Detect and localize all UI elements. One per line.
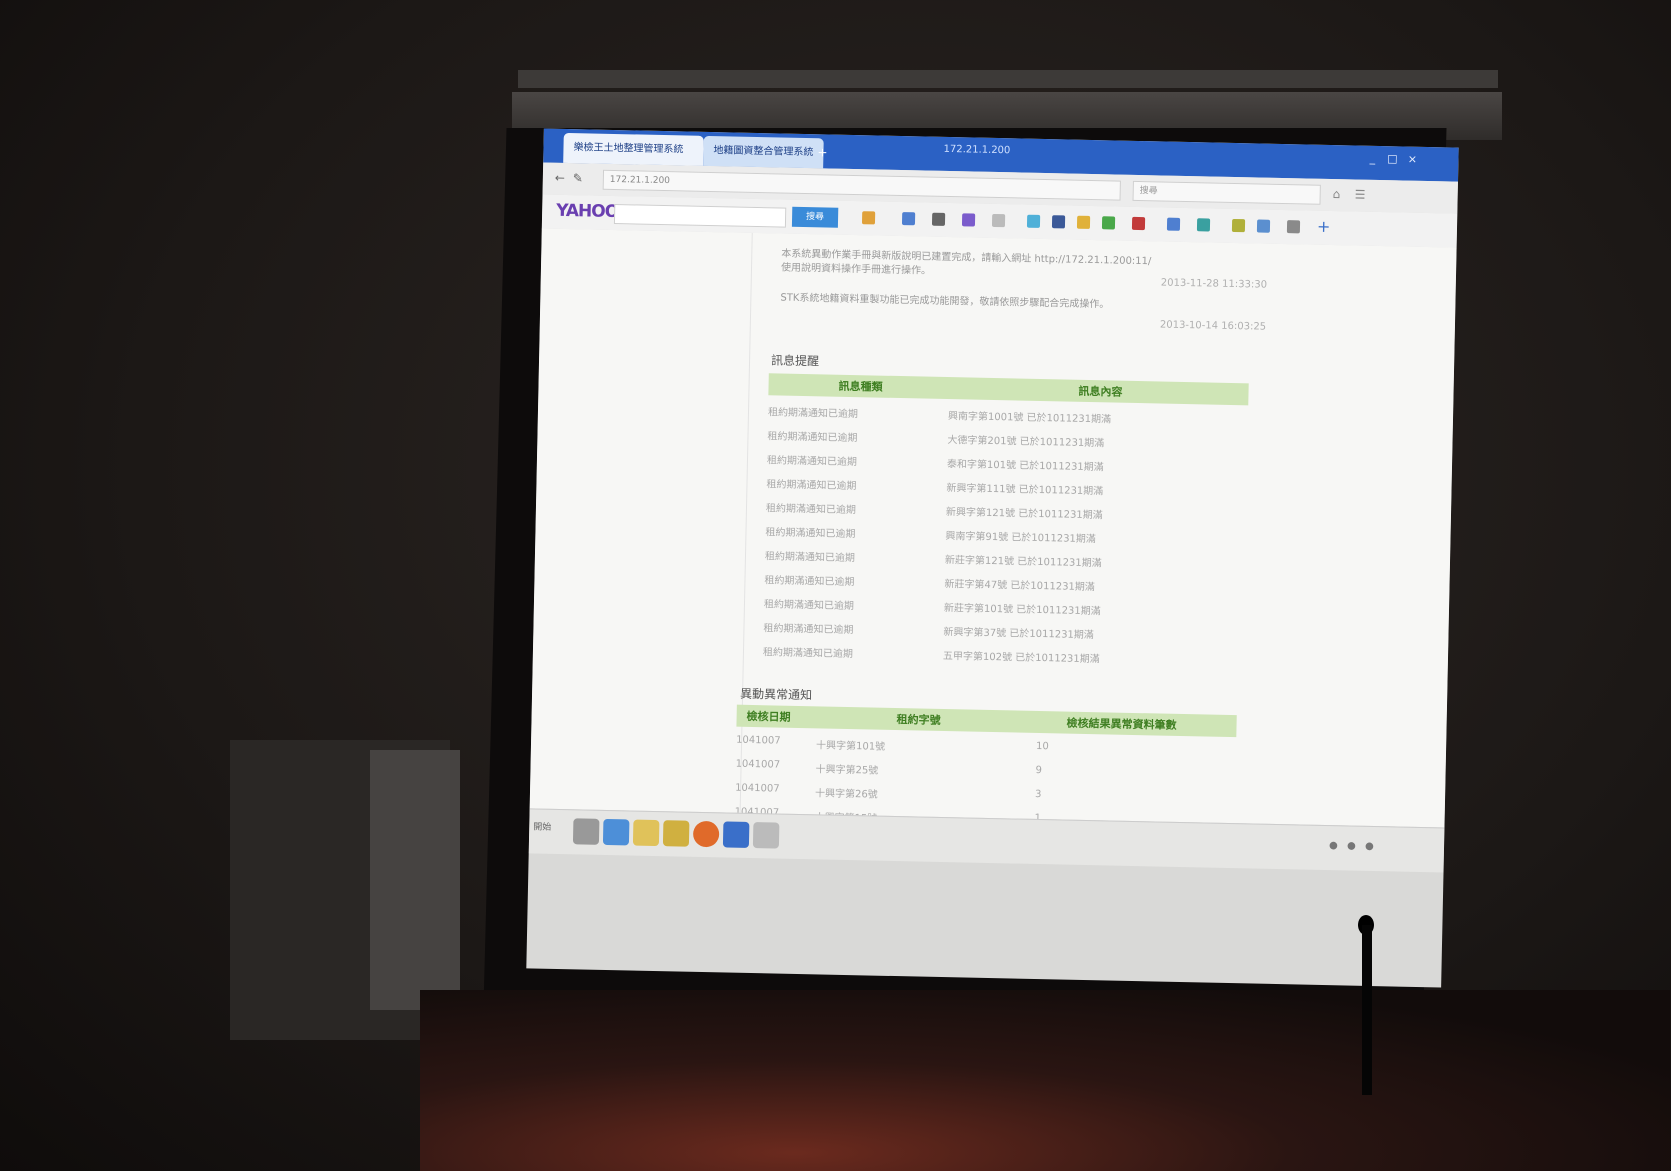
bookmark-icon[interactable] — [1131, 216, 1146, 231]
start-button[interactable]: 開始 — [533, 819, 551, 832]
notice-date: 2013-11-28 11:33:30 — [1160, 277, 1268, 291]
message-type-cell: 租約期滿通知已逾期 — [763, 623, 854, 637]
message-content-cell: 新興字第111號 已於1011231期滿 — [946, 483, 1104, 498]
bookmark-icon[interactable] — [861, 211, 876, 225]
message-type-cell: 租約期滿通知已逾期 — [766, 479, 857, 493]
maximize-button[interactable]: □ — [1383, 152, 1401, 165]
anomaly-number-cell: 十興字第25號 — [815, 764, 879, 777]
projected-desktop: 樂檢王土地整理管理系統 地籍圖資整合管理系統 + 172.21.1.200 _ … — [526, 128, 1459, 988]
message-type-cell: 租約期滿通知已逾期 — [765, 503, 857, 517]
taskbar-app-icon[interactable] — [662, 820, 690, 847]
bookmark-icon[interactable] — [1286, 220, 1301, 234]
message-content-cell: 五甲字第102號 已於1011231期滿 — [942, 650, 1100, 666]
column-header: 訊息種類 — [838, 379, 883, 394]
message-type-cell: 租約期滿通知已逾期 — [767, 407, 859, 421]
microphone-stand — [1362, 925, 1372, 1095]
mail-icon[interactable] — [961, 213, 976, 227]
firefox-icon[interactable] — [692, 820, 720, 848]
yahoo-search-button[interactable]: 搜尋 — [791, 206, 839, 228]
message-type-cell: 租約期滿通知已逾期 — [762, 647, 854, 661]
message-type-cell: 租約期滿通知已逾期 — [767, 431, 858, 445]
home-icon[interactable]: ⌂ — [1333, 187, 1341, 201]
message-content-cell: 新莊字第101號 已於1011231期滿 — [943, 602, 1101, 618]
tray-icon[interactable]: ● — [1347, 840, 1356, 851]
tray-icon[interactable]: ● — [1329, 840, 1338, 851]
bookmark-icon[interactable] — [931, 212, 946, 226]
bookmark-icon[interactable] — [991, 213, 1006, 228]
bookmark-icon[interactable] — [1026, 214, 1041, 228]
taskbar-app-icon[interactable] — [602, 818, 630, 846]
anomaly-number-cell: 十興字第26號 — [814, 788, 878, 801]
message-content-cell: 新興字第37號 已於1011231期滿 — [943, 626, 1094, 642]
anomaly-count-cell: 10 — [1035, 740, 1049, 753]
anomaly-date-cell: 1041007 — [735, 758, 781, 771]
search-input[interactable]: 搜尋 — [1132, 180, 1321, 205]
speaker-side — [370, 750, 460, 1010]
message-content-cell: 興南字第1001號 已於1011231期滿 — [947, 411, 1112, 426]
message-type-cell: 租約期滿通知已逾期 — [766, 455, 858, 469]
taskbar-app-icon[interactable] — [752, 822, 780, 849]
audience-chairs — [420, 990, 1670, 1171]
wrench-icon[interactable]: ✎ — [573, 171, 583, 185]
notice-date: 2013-10-14 16:03:25 — [1159, 319, 1267, 333]
message-content-cell: 泰和字第101號 已於1011231期滿 — [946, 459, 1104, 474]
taskbar-app-icon[interactable] — [722, 821, 750, 848]
column-header: 訊息內容 — [1078, 384, 1123, 399]
message-content-cell: 新莊字第121號 已於1011231期滿 — [944, 555, 1102, 570]
message-type-cell: 租約期滿通知已逾期 — [763, 599, 855, 613]
message-content-cell: 新興字第121號 已於1011231期滿 — [945, 507, 1103, 522]
bookmark-icon[interactable] — [1196, 218, 1211, 232]
notice-item[interactable]: STK系統地籍資料重製功能已完成功能開發，敬請依照步驟配合完成操作。 — [780, 292, 1160, 314]
folder-icon[interactable] — [632, 819, 660, 847]
ceiling-rail — [518, 70, 1498, 88]
menu-icon[interactable]: ☰ — [1355, 188, 1366, 202]
bookmark-icon[interactable] — [1101, 216, 1116, 230]
page-content: 本系統異動作業手冊與新版說明已建置完成，請輸入網址 http://172.21.… — [529, 228, 1457, 828]
message-type-cell: 租約期滿通知已逾期 — [765, 527, 856, 541]
facebook-icon[interactable] — [1051, 215, 1066, 229]
anomaly-count-cell: 3 — [1034, 788, 1042, 801]
message-content-cell: 新莊字第47號 已於1011231期滿 — [944, 579, 1095, 594]
bookmark-icon[interactable] — [1076, 215, 1091, 229]
tab-active[interactable]: 樂檢王土地整理管理系統 — [563, 132, 704, 166]
bookmark-icon[interactable] — [901, 212, 916, 226]
address-input[interactable]: 172.21.1.200 — [602, 169, 1121, 201]
left-sidebar — [529, 228, 753, 813]
bookmark-icon[interactable] — [1256, 219, 1271, 233]
anomaly-section-title: 異動異常通知 — [739, 686, 813, 703]
column-header: 檢核結果異常資料筆數 — [1066, 716, 1177, 732]
notice-item[interactable]: 本系統異動作業手冊與新版說明已建置完成，請輸入網址 http://172.21.… — [781, 248, 1162, 284]
taskbar-app-icon[interactable] — [572, 818, 600, 845]
message-type-cell: 租約期滿通知已逾期 — [764, 551, 856, 565]
message-content-cell: 興南字第91號 已於1011231期滿 — [945, 531, 1096, 546]
tab-second[interactable]: 地籍圖資整合管理系統 — [703, 135, 824, 169]
bookmark-icon[interactable] — [1166, 217, 1181, 231]
close-button[interactable]: × — [1403, 153, 1421, 166]
minimize-button[interactable]: _ — [1363, 152, 1381, 165]
column-header: 租約字號 — [896, 713, 941, 727]
anomaly-number-cell: 十興字第101號 — [815, 740, 886, 753]
window-title: 172.21.1.200 — [943, 143, 1011, 157]
back-icon[interactable]: ← — [555, 171, 565, 185]
yahoo-search-input[interactable] — [613, 204, 787, 228]
new-tab-button[interactable]: + — [813, 140, 831, 164]
bookmark-icon[interactable] — [1231, 218, 1246, 233]
column-header: 檢核日期 — [746, 709, 791, 724]
anomaly-date-cell: 1041007 — [735, 782, 780, 795]
tray-icon[interactable]: ● — [1365, 841, 1374, 852]
anomaly-date-cell: 1041007 — [736, 734, 781, 747]
anomaly-count-cell: 9 — [1035, 764, 1043, 777]
message-section-title: 訊息提醒 — [770, 353, 820, 369]
message-type-cell: 租約期滿通知已逾期 — [764, 575, 855, 589]
message-content-cell: 大德字第201號 已於1011231期滿 — [947, 435, 1105, 450]
add-icon[interactable]: + — [1317, 217, 1331, 236]
